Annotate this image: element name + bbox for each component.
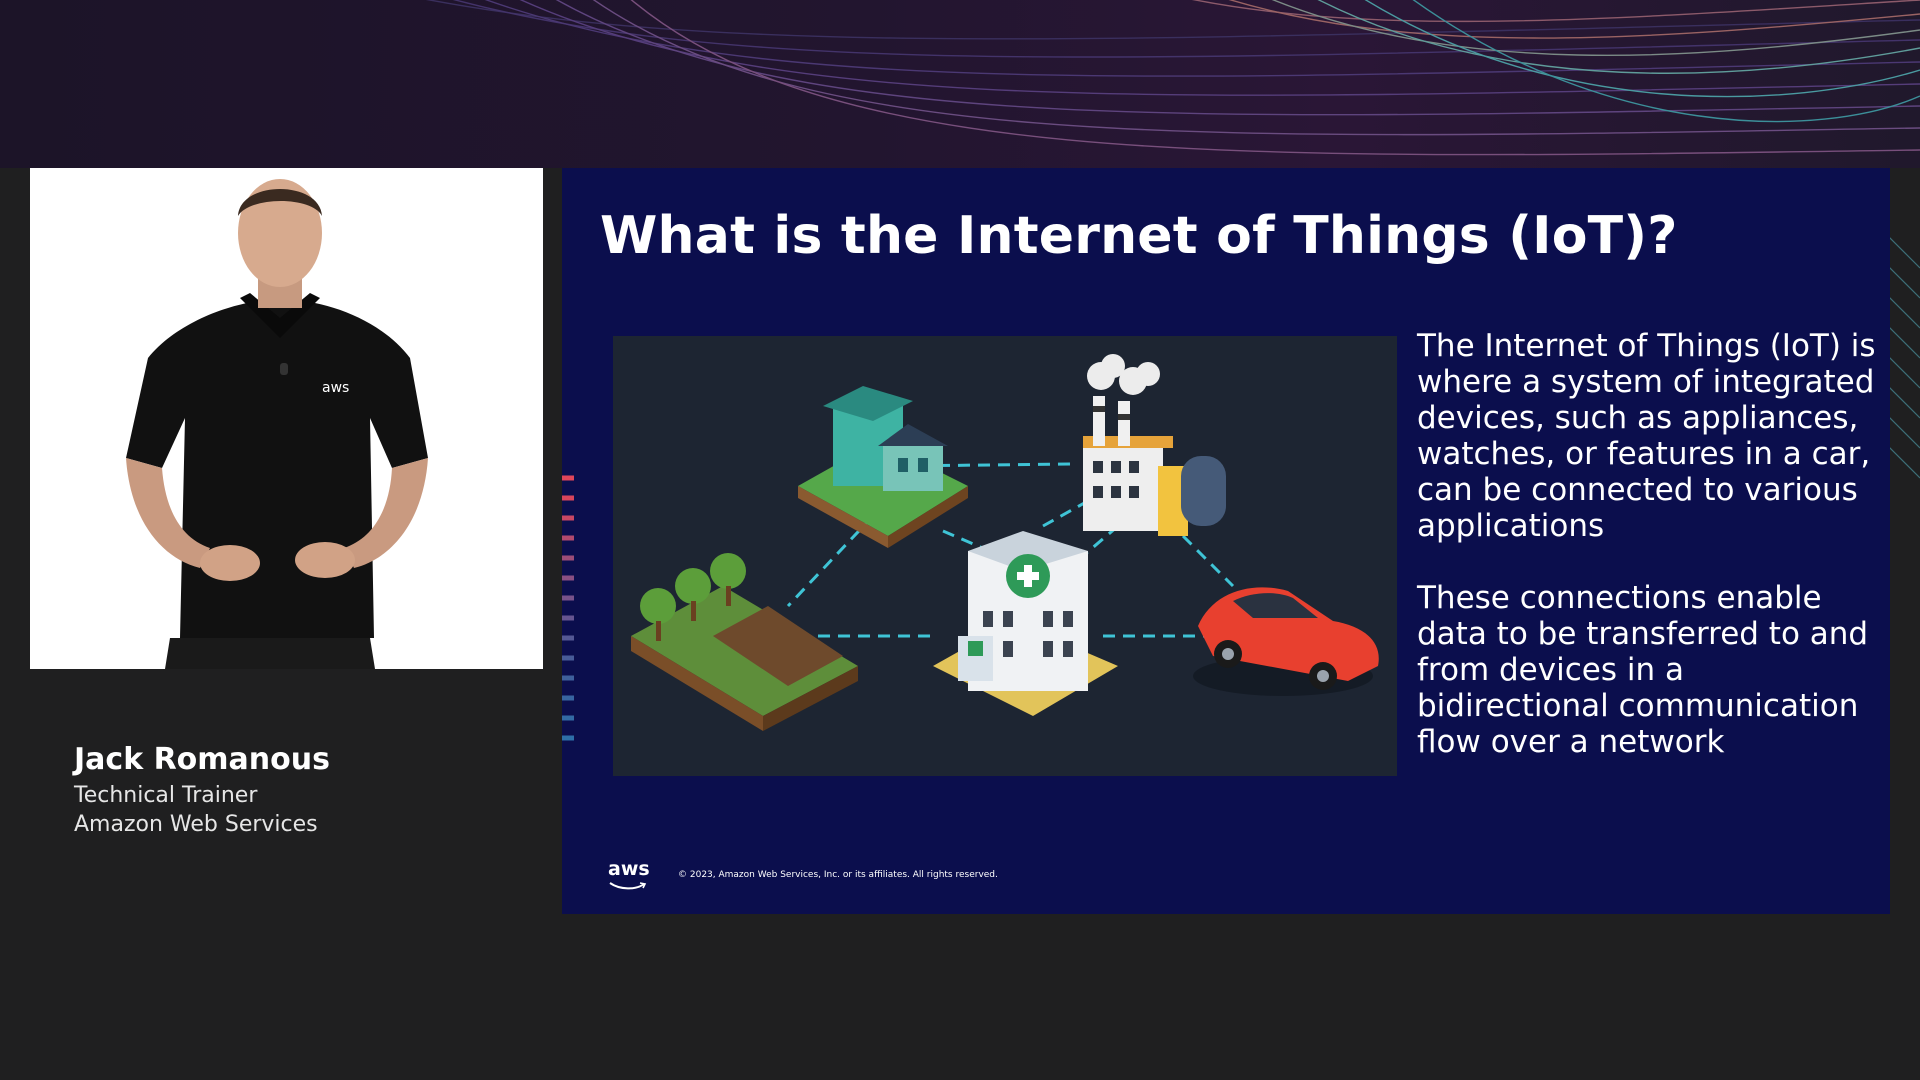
farm-icon xyxy=(631,553,858,731)
house-icon xyxy=(798,386,968,548)
decorative-edge xyxy=(562,475,574,741)
car-icon xyxy=(1193,587,1379,696)
presenter-company: Amazon Web Services xyxy=(74,812,318,837)
presenter-figure xyxy=(126,179,428,669)
slide-paragraph: The Internet of Things (IoT) is where a … xyxy=(1417,328,1876,544)
copyright-text: © 2023, Amazon Web Services, Inc. or its… xyxy=(678,870,998,880)
slide-title: What is the Internet of Things (IoT)? xyxy=(600,206,1678,266)
aws-logo: aws xyxy=(608,860,650,896)
presenter-name: Jack Romanous xyxy=(74,742,330,777)
presenter-role: Technical Trainer xyxy=(74,783,258,808)
shirt-aws-logo: aws xyxy=(322,380,350,396)
aws-logo-text: aws xyxy=(608,858,650,880)
factory-icon xyxy=(1083,354,1226,536)
slide-body: The Internet of Things (IoT) is where a … xyxy=(1417,328,1877,796)
decorative-banner xyxy=(0,0,1920,168)
hospital-icon xyxy=(933,531,1118,716)
aws-smile-icon xyxy=(609,882,647,890)
slide-paragraph: These connections enable data to be tran… xyxy=(1417,580,1869,760)
presenter-video: aws xyxy=(30,168,543,669)
iot-illustration xyxy=(613,336,1397,776)
slide-panel: What is the Internet of Things (IoT)? Th… xyxy=(562,168,1890,914)
